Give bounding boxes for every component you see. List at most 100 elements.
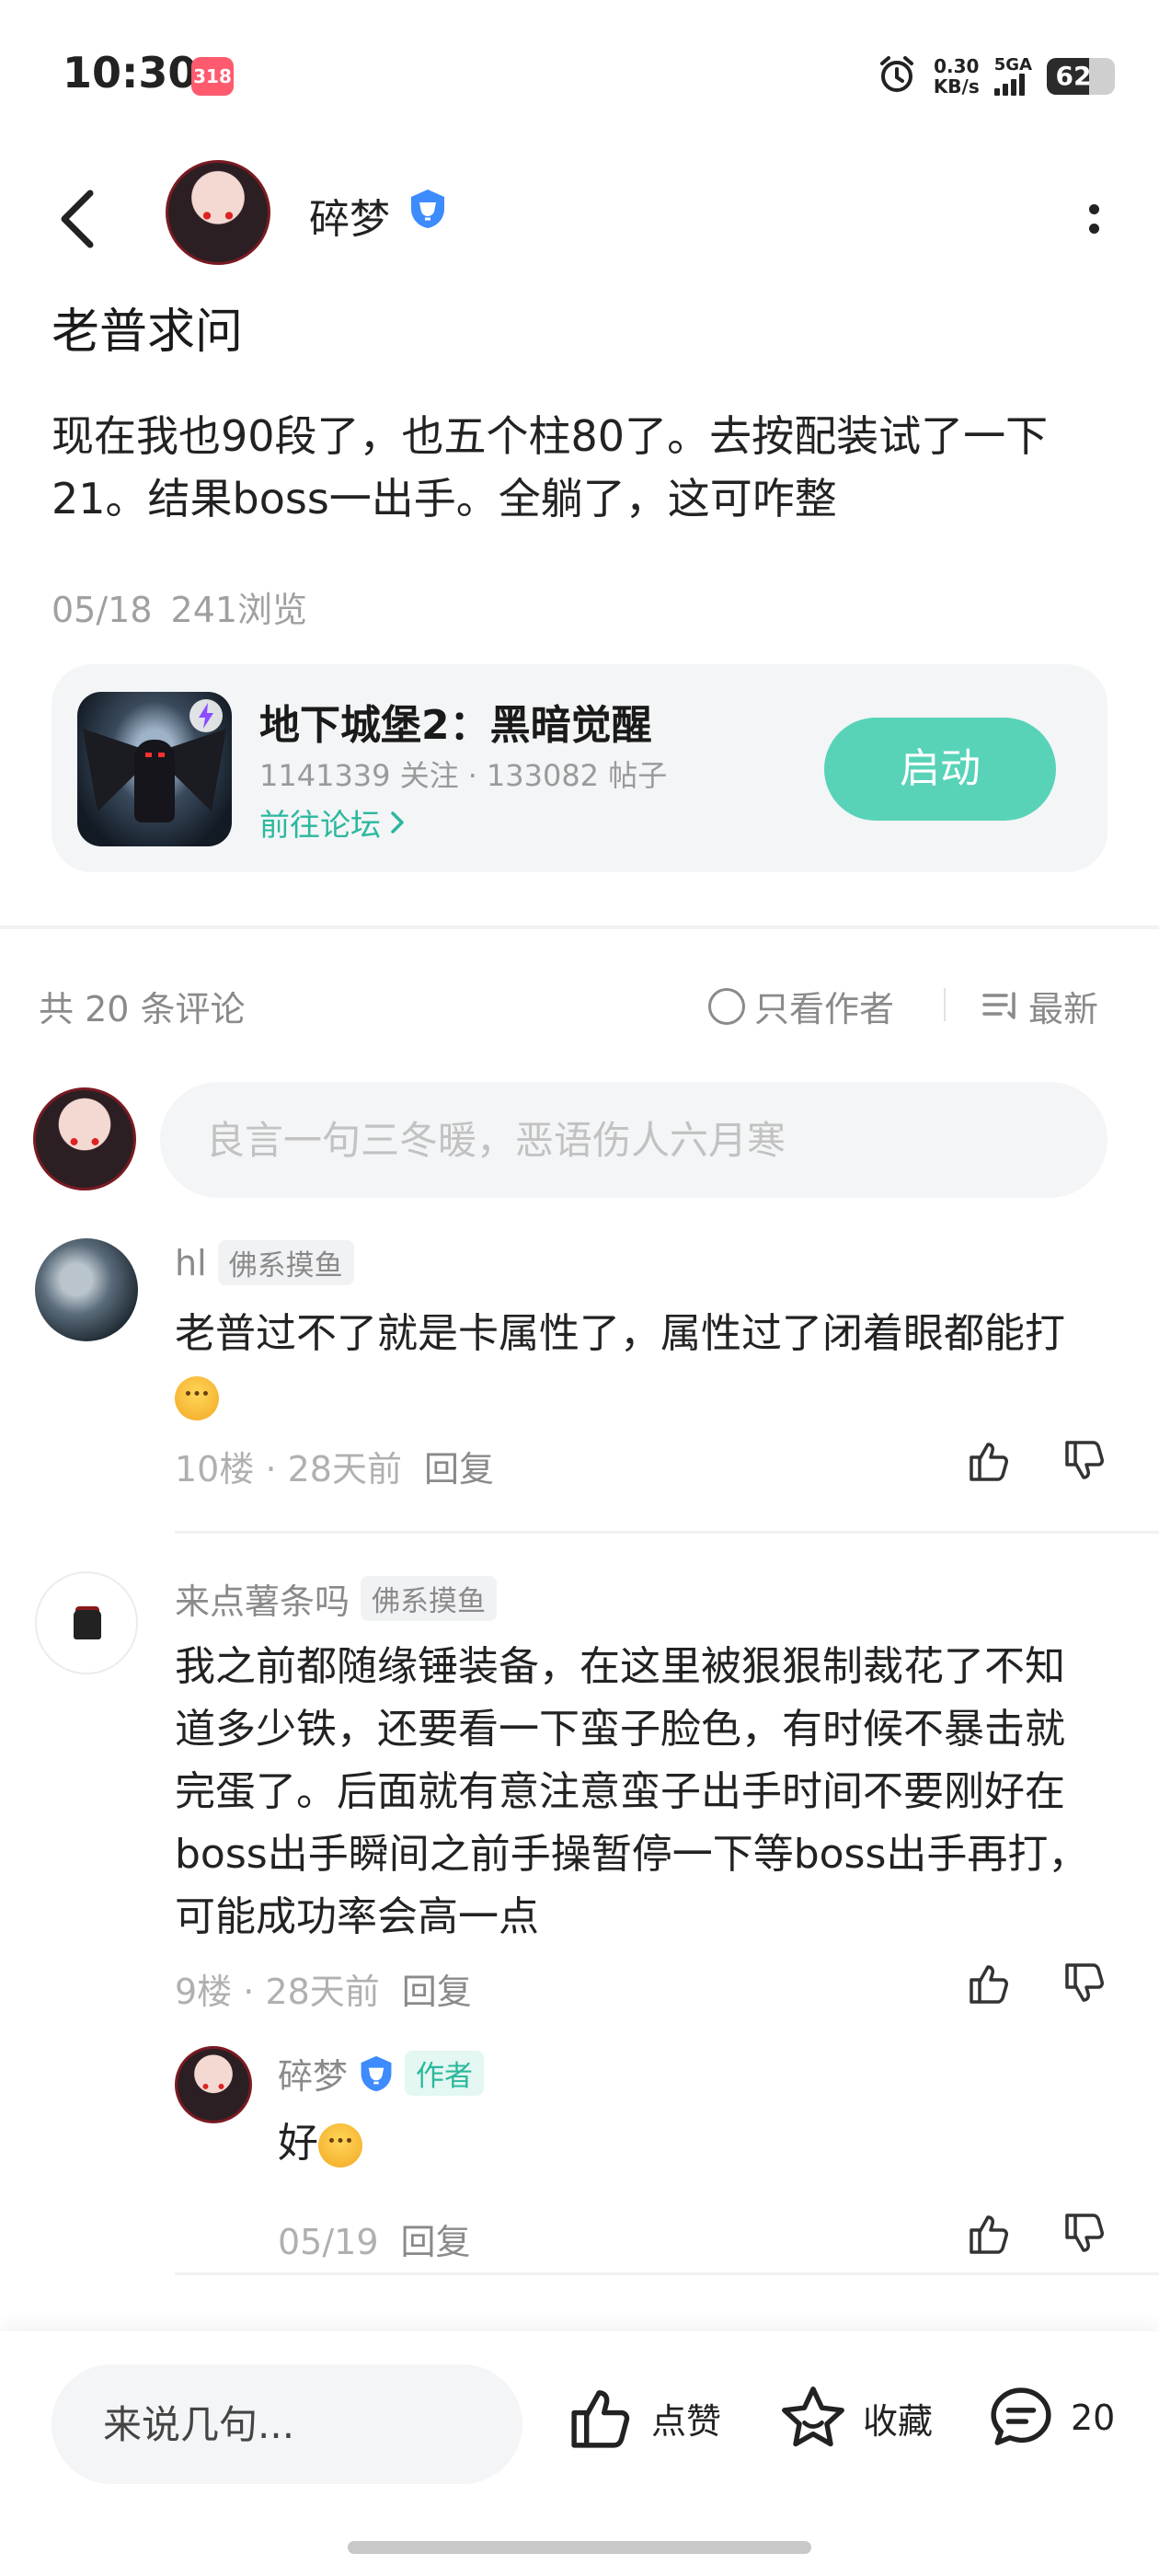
reply-button[interactable]: 回复: [402, 1972, 472, 2012]
game-icon: [77, 692, 232, 846]
verified-badge-icon: [411, 190, 444, 228]
signal-indicator: 5GA: [993, 55, 1032, 96]
status-bar: 10:30 318 0.30 KB/s 5GA 62: [0, 0, 1159, 156]
reply-text-content: 好: [278, 2120, 318, 2167]
comment-bubble-icon: [991, 2387, 1051, 2445]
verified-badge-icon: [361, 2055, 392, 2091]
reply-text: 好: [278, 2112, 362, 2175]
forum-link-label: 前往论坛: [259, 807, 381, 843]
author-name[interactable]: 碎梦: [309, 186, 390, 245]
more-options-button[interactable]: [1080, 191, 1107, 247]
back-button[interactable]: [57, 182, 112, 256]
comment-time: 28天前: [265, 1972, 380, 2012]
network-speed-value: 0.30: [934, 55, 980, 77]
post-title: 老普求问: [52, 305, 244, 360]
launch-button[interactable]: 启动: [824, 718, 1056, 821]
reply-name-row: 碎梦 作者: [278, 2048, 485, 2099]
like-button[interactable]: 点赞: [567, 2383, 721, 2453]
star-icon: [782, 2386, 844, 2447]
commenter-name[interactable]: 来点薯条吗: [175, 1573, 350, 1624]
section-divider: [0, 926, 1159, 929]
comment-meta: 9楼 · 28天前 回复: [175, 1972, 472, 2012]
thumbs-up-icon[interactable]: [964, 2208, 1016, 2260]
post-date: 05/18: [52, 590, 153, 630]
sort-label: 最新: [1028, 989, 1099, 1029]
chevron-left-icon: [61, 190, 94, 248]
thumbs-down-icon[interactable]: [1060, 1958, 1111, 2009]
comment-floor: 10楼: [175, 1449, 255, 1489]
reply-avatar[interactable]: [175, 2046, 252, 2123]
chevron-right-icon: [391, 811, 404, 834]
comment-divider: [175, 2272, 1159, 2275]
post-meta: 05/18 241浏览: [52, 581, 307, 632]
reply-user-name[interactable]: 碎梦: [278, 2048, 348, 2099]
network-type: 5GA: [993, 55, 1032, 75]
comment-divider: [175, 1531, 1159, 1534]
game-card[interactable]: 地下城堡2：黑暗觉醒 1141339 关注 · 133082 帖子 前往论坛 启动: [52, 664, 1107, 872]
sort-button[interactable]: 最新: [981, 981, 1098, 1031]
sort-list-icon: [982, 991, 1016, 1019]
battery-icon: 62: [1047, 58, 1115, 95]
comment-count: 20: [1071, 2398, 1116, 2438]
status-indicators: 0.30 KB/s 5GA 62: [875, 53, 1115, 99]
reply-actions: [964, 2208, 1111, 2260]
thumbs-up-icon[interactable]: [964, 1958, 1016, 2009]
game-stats: 1141339 关注 · 133082 帖子: [259, 758, 668, 793]
user-tag: 佛系摸鱼: [361, 1576, 498, 1621]
comment-text: 我之前都随缘锤装备，在这里被狠狠制裁花了不知道多少铁，还要看一下蛮子脸色，有时候…: [175, 1643, 1089, 1940]
post-views: 241浏览: [170, 590, 308, 630]
network-speed-unit: KB/s: [933, 75, 980, 98]
favorite-button[interactable]: 收藏: [778, 2383, 933, 2453]
divider: [944, 988, 946, 1021]
author-only-toggle[interactable]: 只看作者: [708, 981, 894, 1031]
game-followers: 1141339 关注: [259, 758, 459, 793]
commenter-name-row: hl 佛系摸鱼: [175, 1240, 354, 1285]
post-header: 碎梦: [0, 156, 1159, 276]
alarm-icon: [875, 52, 919, 100]
commenter-avatar[interactable]: [35, 1238, 138, 1341]
comment-text-content: 老普过不了就是卡属性了，属性过了闭着眼都能打: [175, 1310, 1065, 1357]
laugh-emoji-icon: [318, 2123, 362, 2168]
battery-level: 62: [1055, 61, 1092, 91]
thumbs-up-icon[interactable]: [964, 1435, 1016, 1487]
network-speed: 0.30 KB/s: [934, 56, 980, 97]
home-indicator[interactable]: [348, 2541, 811, 2554]
user-tag: 佛系摸鱼: [217, 1240, 354, 1285]
game-posts: 133082 帖子: [486, 758, 668, 793]
forum-link[interactable]: 前往论坛: [259, 800, 407, 845]
my-avatar: [33, 1087, 136, 1190]
comment-floor: 9楼: [175, 1972, 233, 2012]
comment-meta: 10楼 · 28天前 回复: [175, 1449, 494, 1489]
game-name: 地下城堡2：黑暗觉醒: [259, 702, 652, 749]
lightning-badge-icon: [189, 699, 223, 732]
author-only-label: 只看作者: [754, 989, 895, 1029]
favorite-label: 收藏: [863, 2400, 934, 2442]
comments-count: 共 20 条评论: [39, 989, 246, 1029]
comment-time: 28天前: [287, 1449, 402, 1489]
commenter-name[interactable]: hl: [175, 1243, 207, 1283]
thumbs-down-icon[interactable]: [1060, 2208, 1111, 2260]
comment-actions: [964, 1435, 1111, 1487]
bottom-action-bar: 点赞 收藏 20: [0, 2331, 1159, 2576]
status-time: 10:30: [63, 48, 198, 98]
post-body: 现在我也90段了，也五个柱80了。去按配装试了一下21。结果boss一出手。全躺…: [52, 411, 1049, 523]
smile-emoji-icon: [175, 1376, 219, 1420]
reply-date: 05/19: [278, 2222, 379, 2262]
thumbs-down-icon[interactable]: [1060, 1435, 1111, 1487]
signal-bars-icon: [993, 74, 1025, 96]
more-vertical-icon: [1088, 204, 1099, 214]
author-avatar[interactable]: [166, 160, 270, 265]
reply-meta: 05/19 回复: [278, 2214, 471, 2264]
commenter-name-row: 来点薯条吗 佛系摸鱼: [175, 1573, 498, 1624]
radio-icon: [708, 987, 745, 1025]
comment-text: 老普过不了就是卡属性了，属性过了闭着眼都能打: [175, 1303, 1104, 1428]
comment-actions: [964, 1958, 1111, 2009]
quick-comment-input[interactable]: [52, 2364, 522, 2484]
comments-button[interactable]: 20: [986, 2383, 1115, 2453]
app-notification-icon: 318: [191, 57, 234, 96]
commenter-avatar[interactable]: [35, 1571, 138, 1674]
reply-button[interactable]: 回复: [401, 2222, 471, 2262]
reply-button[interactable]: 回复: [424, 1449, 494, 1489]
like-label: 点赞: [651, 2400, 722, 2442]
comment-input[interactable]: [160, 1082, 1107, 1198]
